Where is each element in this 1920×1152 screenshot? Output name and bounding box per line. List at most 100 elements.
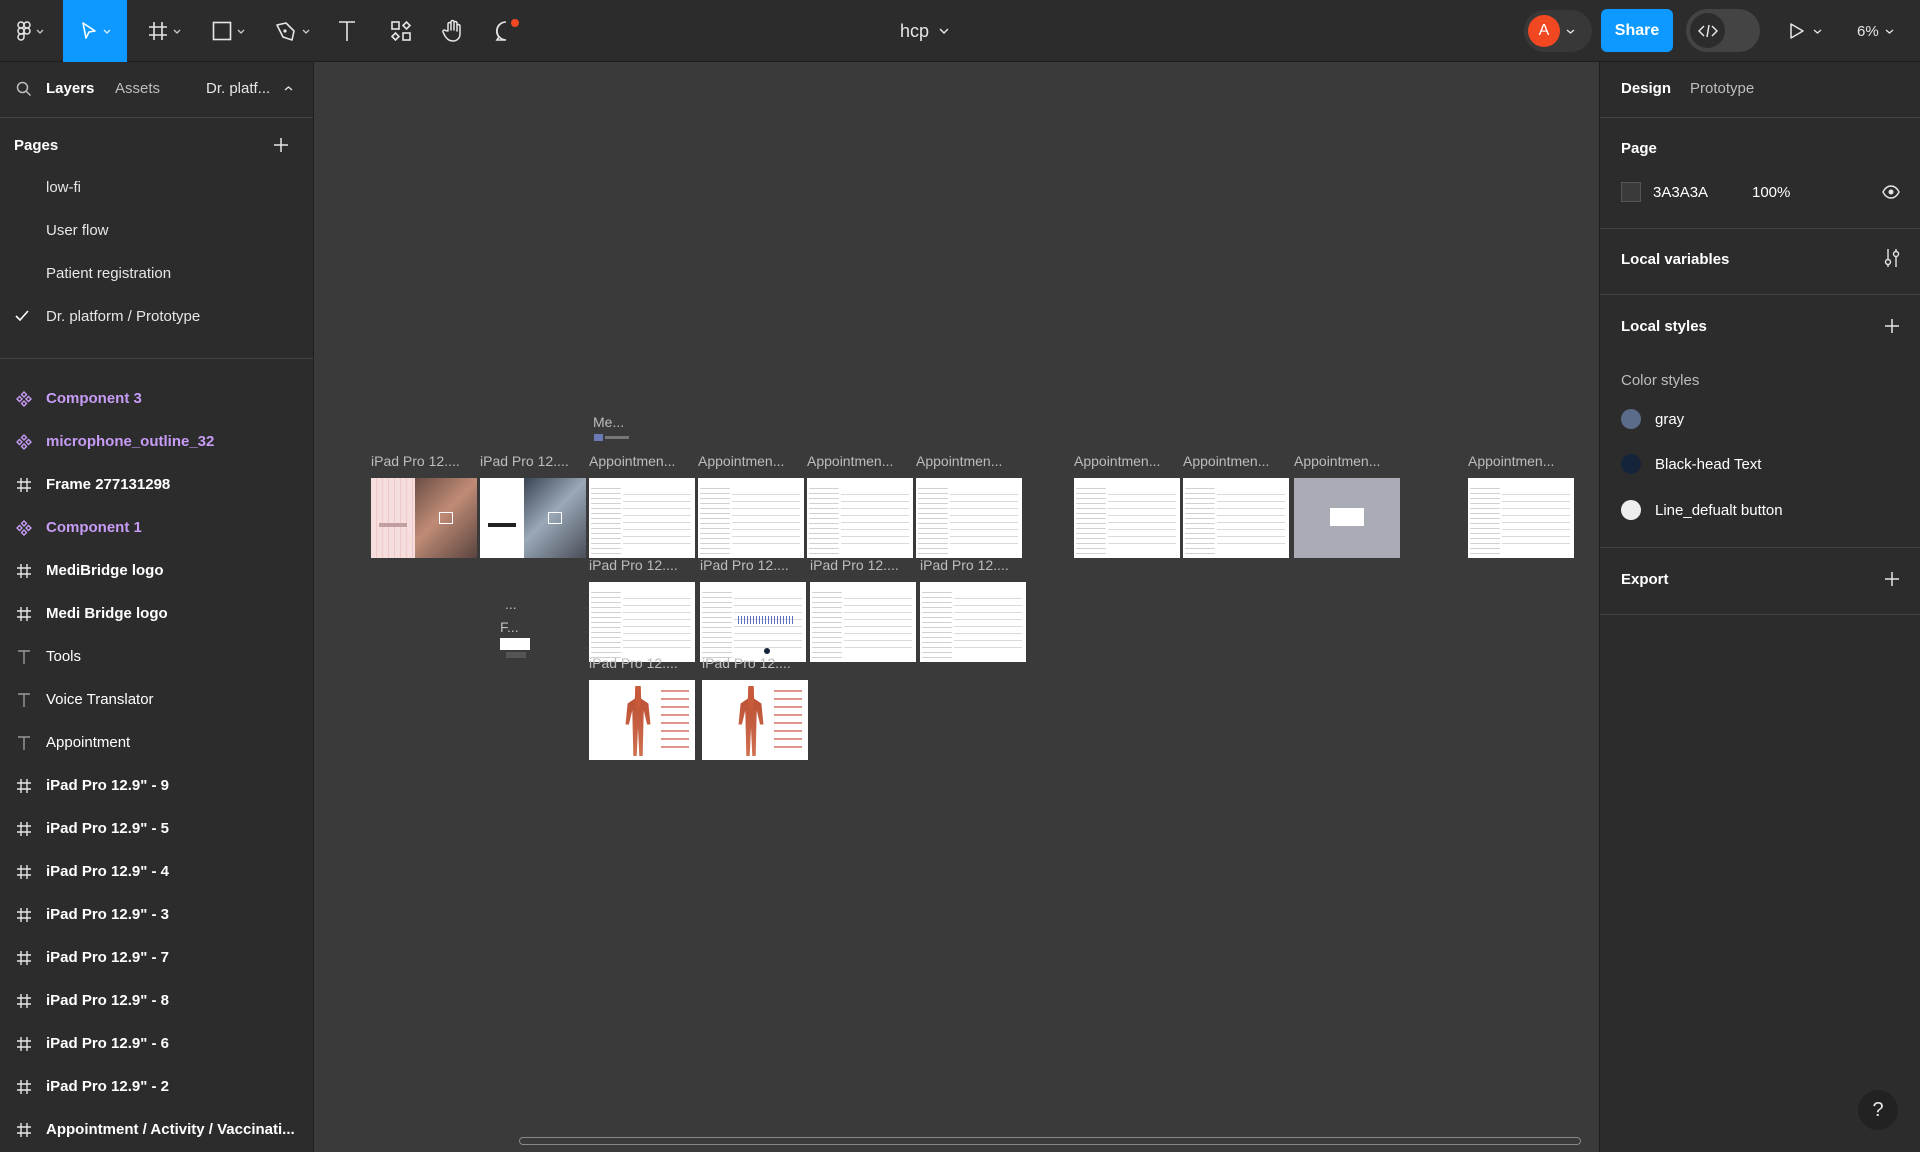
frame-label[interactable]: Appointmen... bbox=[1468, 453, 1554, 469]
page-item-low-fi[interactable]: low-fi bbox=[46, 179, 81, 196]
frame-thumbnail[interactable] bbox=[589, 582, 695, 662]
frame-label[interactable]: Appointmen... bbox=[807, 453, 893, 469]
layer-item[interactable]: Medi Bridge logo bbox=[0, 592, 313, 635]
layer-item[interactable]: microphone_outline_32 bbox=[0, 420, 313, 463]
page-item-dr-platform-prototype[interactable]: Dr. platform / Prototype bbox=[46, 308, 200, 325]
eye-icon[interactable] bbox=[1882, 185, 1900, 199]
layer-item[interactable]: Tools bbox=[0, 635, 313, 678]
frame-label[interactable]: Appointmen... bbox=[1183, 453, 1269, 469]
frame-label[interactable]: Appointmen... bbox=[916, 453, 1002, 469]
chevron-down-icon bbox=[36, 29, 43, 34]
layer-item[interactable]: Component 3 bbox=[0, 377, 313, 420]
shape-tool-button[interactable] bbox=[200, 0, 256, 62]
frame-hash-icon bbox=[17, 563, 31, 578]
add-export-icon[interactable] bbox=[1883, 570, 1901, 588]
layer-item[interactable]: iPad Pro 12.9" - 6 bbox=[0, 1022, 313, 1065]
frame-277131298-thumb[interactable] bbox=[500, 638, 530, 650]
page-item-patient-registration[interactable]: Patient registration bbox=[46, 265, 171, 282]
add-style-icon[interactable] bbox=[1883, 317, 1901, 335]
layer-item[interactable]: iPad Pro 12.9" - 7 bbox=[0, 936, 313, 979]
frame-thumbnail[interactable] bbox=[920, 582, 1026, 662]
medibridge-logo-thumb[interactable] bbox=[594, 434, 603, 441]
frame-thumbnail[interactable] bbox=[700, 582, 806, 662]
canvas[interactable]: Me... ... F... iPad Pro 12.... iPad Pro 1… bbox=[314, 62, 1599, 1152]
layer-type-icon bbox=[0, 864, 46, 880]
frame-label[interactable]: iPad Pro 12.... bbox=[702, 655, 791, 671]
frame-thumbnail[interactable] bbox=[810, 582, 916, 662]
layer-item[interactable]: Voice Translator bbox=[0, 678, 313, 721]
file-title-menu[interactable]: hcp bbox=[900, 0, 949, 62]
color-style-gray[interactable]: gray bbox=[1621, 409, 1684, 429]
frame-thumbnail[interactable] bbox=[1183, 478, 1289, 558]
frame-label[interactable]: iPad Pro 12.... bbox=[589, 655, 678, 671]
frame-thumbnail[interactable] bbox=[702, 680, 808, 760]
layer-item[interactable]: Appointment / Activity / Vaccinati... bbox=[0, 1108, 313, 1151]
frame-thumbnail[interactable] bbox=[1294, 478, 1400, 558]
frame-label[interactable]: Appointmen... bbox=[1074, 453, 1160, 469]
frame-thumbnail[interactable] bbox=[1468, 478, 1574, 558]
page-color-hex[interactable]: 3A3A3A bbox=[1653, 184, 1708, 201]
comment-tool-button[interactable] bbox=[490, 0, 524, 62]
share-button[interactable]: Share bbox=[1601, 9, 1673, 52]
frame-label[interactable]: iPad Pro 12.... bbox=[589, 557, 678, 573]
tab-layers[interactable]: Layers bbox=[46, 80, 94, 97]
page-opacity[interactable]: 100% bbox=[1752, 184, 1790, 201]
frame-label[interactable]: iPad Pro 12.... bbox=[810, 557, 899, 573]
layer-item[interactable]: iPad Pro 12.9" - 3 bbox=[0, 893, 313, 936]
frame-label-me[interactable]: Me... bbox=[593, 414, 624, 430]
local-variables-label[interactable]: Local variables bbox=[1621, 251, 1729, 268]
frame-thumbnail[interactable] bbox=[1074, 478, 1180, 558]
tab-prototype[interactable]: Prototype bbox=[1690, 80, 1754, 97]
page-item-user-flow[interactable]: User flow bbox=[46, 222, 109, 239]
frame-label[interactable]: iPad Pro 12.... bbox=[480, 453, 569, 469]
layer-item[interactable]: Component 1 bbox=[0, 506, 313, 549]
frame-label[interactable]: iPad Pro 12.... bbox=[700, 557, 789, 573]
frame-label[interactable]: iPad Pro 12.... bbox=[371, 453, 460, 469]
color-style-black-head-text[interactable]: Black-head Text bbox=[1621, 454, 1761, 474]
frame-label-f[interactable]: F... bbox=[500, 619, 519, 635]
search-icon[interactable] bbox=[16, 81, 32, 97]
main-menu-button[interactable] bbox=[8, 0, 52, 62]
add-page-icon[interactable] bbox=[272, 136, 290, 154]
layer-label: Medi Bridge logo bbox=[46, 605, 168, 622]
layer-item[interactable]: iPad Pro 12.9" - 5 bbox=[0, 807, 313, 850]
page-color-swatch[interactable] bbox=[1621, 182, 1641, 202]
present-button[interactable] bbox=[1789, 0, 1822, 62]
help-button[interactable]: ? bbox=[1858, 1090, 1898, 1130]
layer-item[interactable]: iPad Pro 12.9" - 9 bbox=[0, 764, 313, 807]
layer-item[interactable]: Appointment bbox=[0, 721, 313, 764]
pen-tool-button[interactable] bbox=[264, 0, 320, 62]
resources-tool-button[interactable] bbox=[384, 0, 418, 62]
layer-item[interactable]: iPad Pro 12.9" - 8 bbox=[0, 979, 313, 1022]
color-style-line-default-button[interactable]: Line_defualt button bbox=[1621, 500, 1783, 520]
tab-assets[interactable]: Assets bbox=[115, 80, 160, 97]
frame-thumbnail[interactable] bbox=[807, 478, 913, 558]
layer-item[interactable]: Frame 277131298 bbox=[0, 463, 313, 506]
tab-design[interactable]: Design bbox=[1621, 80, 1671, 97]
frame-thumbnail[interactable] bbox=[916, 478, 1022, 558]
frame-thumbnail[interactable] bbox=[589, 478, 695, 558]
frame-label[interactable]: Appointmen... bbox=[698, 453, 784, 469]
zoom-menu[interactable]: 6% bbox=[1857, 0, 1894, 62]
dev-mode-toggle[interactable] bbox=[1686, 9, 1760, 52]
frame-label[interactable]: iPad Pro 12.... bbox=[920, 557, 1009, 573]
move-tool-button[interactable] bbox=[63, 0, 127, 62]
frame-thumbnail[interactable] bbox=[480, 478, 586, 558]
layer-label: iPad Pro 12.9" - 7 bbox=[46, 949, 169, 966]
frame-label[interactable]: Appointmen... bbox=[589, 453, 675, 469]
layer-item[interactable]: MediBridge logo bbox=[0, 549, 313, 592]
frame-tool-button[interactable] bbox=[136, 0, 192, 62]
frame-thumbnail[interactable] bbox=[371, 478, 477, 558]
page-selector[interactable]: Dr. platf... bbox=[206, 80, 293, 97]
frame-label[interactable]: Appointmen... bbox=[1294, 453, 1380, 469]
layer-item[interactable]: iPad Pro 12.9" - 2 bbox=[0, 1065, 313, 1108]
multiplayer-menu[interactable]: A bbox=[1524, 10, 1592, 52]
layer-item[interactable]: iPad Pro 12.9" - 4 bbox=[0, 850, 313, 893]
component-thumb[interactable] bbox=[506, 652, 526, 658]
horizontal-scrollbar[interactable] bbox=[519, 1137, 1581, 1145]
variables-sliders-icon[interactable] bbox=[1883, 248, 1901, 268]
hand-tool-button[interactable] bbox=[436, 0, 470, 62]
frame-thumbnail[interactable] bbox=[698, 478, 804, 558]
text-tool-button[interactable] bbox=[330, 0, 364, 62]
frame-thumbnail[interactable] bbox=[589, 680, 695, 760]
